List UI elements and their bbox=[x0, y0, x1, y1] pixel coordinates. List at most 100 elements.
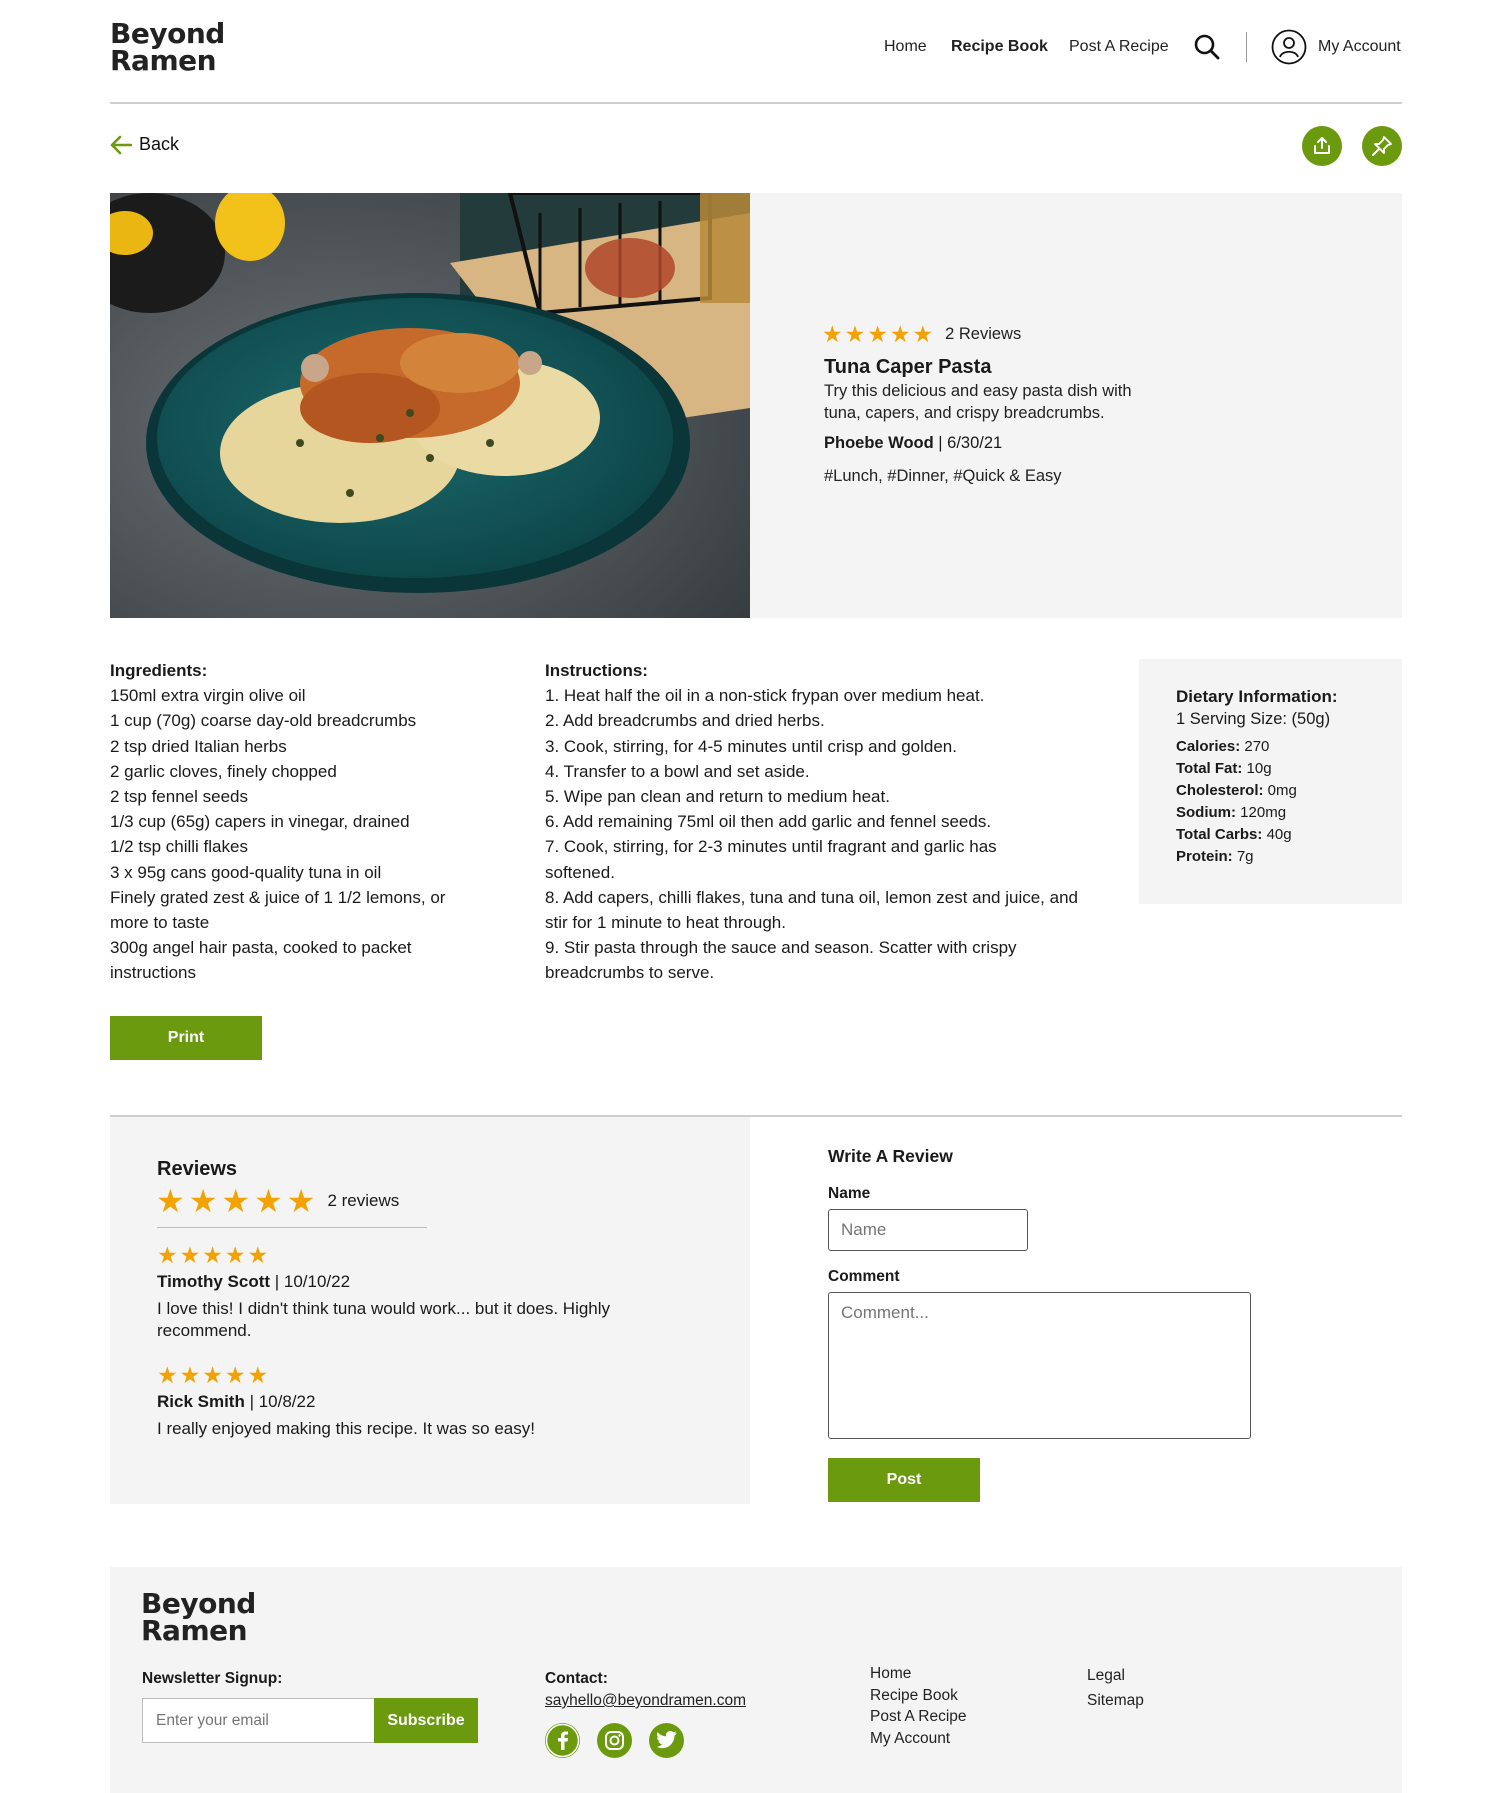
nav-home[interactable]: Home bbox=[884, 38, 927, 56]
logo-line-1: Beyond bbox=[110, 17, 225, 50]
nav-recipe-book[interactable]: Recipe Book bbox=[951, 38, 1048, 56]
twitter-icon[interactable] bbox=[649, 1723, 684, 1758]
nav-my-account[interactable]: My Account bbox=[1318, 38, 1401, 56]
newsletter-label: Newsletter Signup: bbox=[142, 1670, 283, 1687]
dietary-value: 270 bbox=[1240, 738, 1270, 755]
account-icon[interactable] bbox=[1271, 29, 1307, 65]
print-button[interactable]: Print bbox=[110, 1016, 262, 1060]
dietary-row: Cholesterol: 0mg bbox=[1176, 780, 1402, 802]
comment-textarea[interactable] bbox=[828, 1292, 1251, 1439]
logo-line-1: Beyond bbox=[141, 1587, 256, 1620]
instagram-icon[interactable] bbox=[597, 1723, 632, 1758]
dietary-row: Total Fat: 10g bbox=[1176, 758, 1402, 780]
review-item: ★★★★★ Timothy Scott | 10/10/22 I love th… bbox=[157, 1241, 717, 1342]
footer-link-recipe-book[interactable]: Recipe Book bbox=[870, 1685, 967, 1707]
dietary-label: Total Carbs: bbox=[1176, 826, 1263, 843]
logo-line-2: Ramen bbox=[110, 44, 217, 78]
back-label: Back bbox=[139, 134, 180, 154]
site-footer bbox=[110, 1567, 1402, 1793]
dietary-value: 120mg bbox=[1236, 804, 1287, 821]
share-button[interactable] bbox=[1302, 126, 1342, 166]
pin-button[interactable] bbox=[1362, 126, 1402, 166]
review-text-line: I really enjoyed making this recipe. It … bbox=[157, 1419, 535, 1438]
instruction-line: 3. Cook, stirring, for 4-5 minutes until… bbox=[545, 736, 957, 756]
review-author: Rick Smith bbox=[157, 1392, 245, 1411]
nav-post-a-recipe[interactable]: Post A Recipe bbox=[1069, 38, 1169, 56]
ingredient-line: instructions bbox=[110, 963, 196, 983]
review-text: I love this! I didn't think tuna would w… bbox=[157, 1298, 717, 1342]
contact-email-link[interactable]: sayhello@beyondramen.com bbox=[545, 1692, 746, 1710]
ingredient-line: more to taste bbox=[110, 913, 210, 933]
footer-link-post-a-recipe[interactable]: Post A Recipe bbox=[870, 1706, 967, 1728]
dietary-row: Protein: 7g bbox=[1176, 846, 1402, 868]
review-text-line: I love this! I didn't think tuna would w… bbox=[157, 1299, 611, 1318]
ingredient-line: 300g angel hair pasta, cooked to packet bbox=[110, 938, 412, 958]
instruction-line: 7. Cook, stirring, for 2-3 minutes until… bbox=[545, 837, 997, 857]
recipe-author[interactable]: Phoebe Wood bbox=[824, 434, 934, 452]
recipe-byline: Phoebe Wood | 6/30/21 bbox=[824, 434, 1002, 453]
description-line: Try this delicious and easy pasta dish w… bbox=[824, 382, 1132, 400]
newsletter-email-input[interactable] bbox=[142, 1698, 375, 1743]
ingredient-line: 1 cup (70g) coarse day-old breadcrumbs bbox=[110, 711, 417, 731]
ingredient-line: 150ml extra virgin olive oil bbox=[110, 686, 306, 706]
instruction-line: 2. Add breadcrumbs and dried herbs. bbox=[545, 711, 825, 731]
dietary-label: Calories: bbox=[1176, 738, 1241, 755]
facebook-icon[interactable] bbox=[545, 1723, 580, 1758]
reviews-summary: ★★★★★ 2 reviews bbox=[156, 1182, 399, 1220]
ingredient-line: Finely grated zest & juice of 1 1/2 lemo… bbox=[110, 887, 446, 907]
description-line: tuna, capers, and crispy breadcrumbs. bbox=[824, 404, 1105, 422]
subscribe-button[interactable]: Subscribe bbox=[374, 1698, 478, 1743]
header-rule bbox=[110, 102, 1402, 104]
instruction-line: stir for 1 minute to heat through. bbox=[545, 913, 786, 933]
dietary-row: Calories: 270 bbox=[1176, 736, 1402, 758]
footer-link-my-account[interactable]: My Account bbox=[870, 1728, 967, 1750]
instruction-line: 9. Stir pasta through the sauce and seas… bbox=[545, 938, 1017, 958]
rating-stars: ★★★★★ bbox=[822, 321, 936, 347]
dietary-value: 7g bbox=[1232, 848, 1254, 865]
comment-label: Comment bbox=[828, 1268, 900, 1285]
dietary-row: Total Carbs: 40g bbox=[1176, 824, 1402, 846]
instruction-line: 5. Wipe pan clean and return to medium h… bbox=[545, 787, 890, 807]
review-stars: ★★★★★ bbox=[157, 1362, 271, 1388]
dietary-heading: Dietary Information: bbox=[1176, 687, 1338, 706]
site-logo[interactable]: Beyond Ramen bbox=[110, 17, 225, 78]
footer-link-home[interactable]: Home bbox=[870, 1663, 967, 1685]
reviews-heading: Reviews bbox=[157, 1158, 238, 1180]
dietary-value: 0mg bbox=[1263, 782, 1297, 799]
post-button[interactable]: Post bbox=[828, 1458, 980, 1502]
footer-link-legal[interactable]: Legal bbox=[1087, 1663, 1144, 1688]
footer-links-primary: Home Recipe Book Post A Recipe My Accoun… bbox=[870, 1663, 967, 1749]
review-date: | 10/10/22 bbox=[270, 1272, 351, 1291]
instruction-line: 8. Add capers, chilli flakes, tuna and t… bbox=[545, 887, 1078, 907]
ingredient-line: 2 tsp fennel seeds bbox=[110, 787, 248, 807]
arrow-left-icon bbox=[110, 135, 132, 154]
review-author: Timothy Scott bbox=[157, 1272, 271, 1291]
review-item: ★★★★★ Rick Smith | 10/8/22 I really enjo… bbox=[157, 1361, 717, 1440]
reviews-count[interactable]: 2 Reviews bbox=[945, 325, 1021, 344]
dietary-panel: Dietary Information: 1 Serving Size: (50… bbox=[1139, 659, 1402, 904]
review-date: | 10/8/22 bbox=[244, 1392, 316, 1411]
instruction-line: breadcrumbs to serve. bbox=[545, 963, 715, 983]
review-byline: Timothy Scott | 10/10/22 bbox=[157, 1271, 717, 1293]
footer-logo[interactable]: Beyond Ramen bbox=[141, 1587, 256, 1645]
dietary-label: Total Fat: bbox=[1176, 760, 1243, 777]
ingredients-heading: Ingredients: bbox=[110, 661, 208, 680]
footer-link-sitemap[interactable]: Sitemap bbox=[1087, 1688, 1144, 1713]
search-icon[interactable] bbox=[1193, 33, 1221, 61]
ingredient-line: 1/3 cup (65g) capers in vinegar, drained bbox=[110, 812, 410, 832]
dietary-label: Sodium: bbox=[1176, 804, 1236, 821]
name-input[interactable] bbox=[828, 1209, 1028, 1251]
dietary-label: Protein: bbox=[1176, 848, 1233, 865]
share-icon bbox=[1314, 137, 1330, 154]
recipe-tags[interactable]: #Lunch, #Dinner, #Quick & Easy bbox=[824, 467, 1062, 486]
back-link[interactable]: Back bbox=[110, 134, 179, 155]
pin-icon bbox=[1372, 136, 1392, 156]
instruction-line: 6. Add remaining 75ml oil then add garli… bbox=[545, 812, 992, 832]
dietary-value: 10g bbox=[1242, 760, 1272, 777]
instructions-section: Instructions: 1. Heat half the oil in a … bbox=[545, 658, 1105, 986]
instructions-heading: Instructions: bbox=[545, 661, 648, 680]
review-byline: Rick Smith | 10/8/22 bbox=[157, 1391, 717, 1413]
review-text: I really enjoyed making this recipe. It … bbox=[157, 1418, 717, 1440]
dietary-label: Cholesterol: bbox=[1176, 782, 1264, 799]
instruction-line: softened. bbox=[545, 862, 615, 882]
